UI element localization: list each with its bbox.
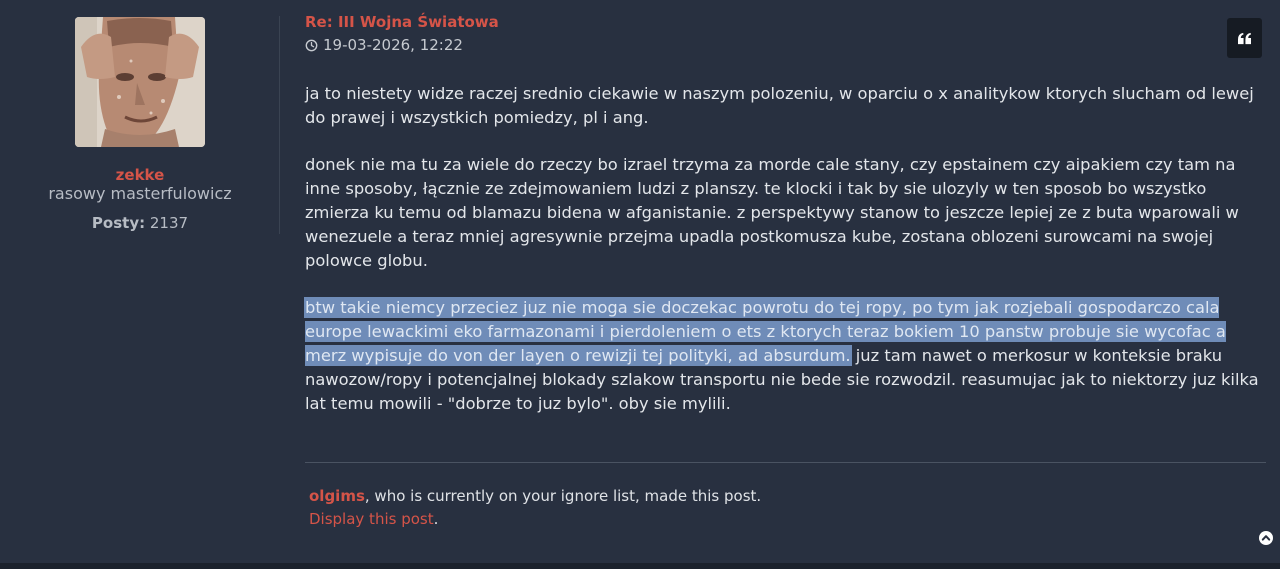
post-paragraph: ja to niestety widze raczej srednio ciek… [305, 84, 1254, 127]
display-post-link[interactable]: Display this post [309, 510, 434, 528]
arrow-up-circle-icon [1259, 531, 1273, 545]
quote-button[interactable] [1227, 18, 1262, 58]
back-to-top-button[interactable] [1259, 530, 1273, 545]
display-post-line: Display this post. [309, 508, 1209, 531]
post-divider [305, 462, 1266, 463]
avatar[interactable] [75, 17, 205, 147]
post-content: ja to niestety widze raczej srednio ciek… [305, 82, 1265, 439]
post-count-label: Posty: [91, 214, 146, 232]
post-date-text: 19-03-2026, 12:22 [323, 36, 463, 54]
post-profile: zekke rasowy masterfulowicz Posty: 2137 [0, 0, 280, 240]
user-rank: rasowy masterfulowicz [48, 184, 232, 203]
page-bottom-strip [0, 563, 1280, 569]
post-paragraph: donek nie ma tu za wiele do rzeczy bo iz… [305, 155, 1239, 270]
post-date[interactable]: 19-03-2026, 12:22 [305, 36, 463, 54]
ignored-post-line: olgims, who is currently on your ignore … [309, 485, 1209, 508]
ignored-notice-text: , who is currently on your ignore list, … [364, 487, 762, 505]
post-paragraph: btw takie niemcy przeciez juz nie moga s… [305, 296, 1265, 416]
post-count-value: 2137 [149, 214, 189, 232]
username-link[interactable]: zekke [0, 166, 280, 184]
post-count: Posty: 2137 [0, 214, 280, 232]
quote-icon [1238, 32, 1251, 44]
avatar-image [75, 17, 205, 147]
column-divider [279, 16, 280, 234]
ignored-username-link[interactable]: olgims [309, 487, 365, 505]
ignored-post-notice: olgims, who is currently on your ignore … [309, 485, 1209, 531]
post-title-link[interactable]: Re: III Wojna Światowa [305, 13, 499, 31]
display-post-suffix: . [433, 510, 439, 528]
clock-icon [305, 39, 318, 52]
